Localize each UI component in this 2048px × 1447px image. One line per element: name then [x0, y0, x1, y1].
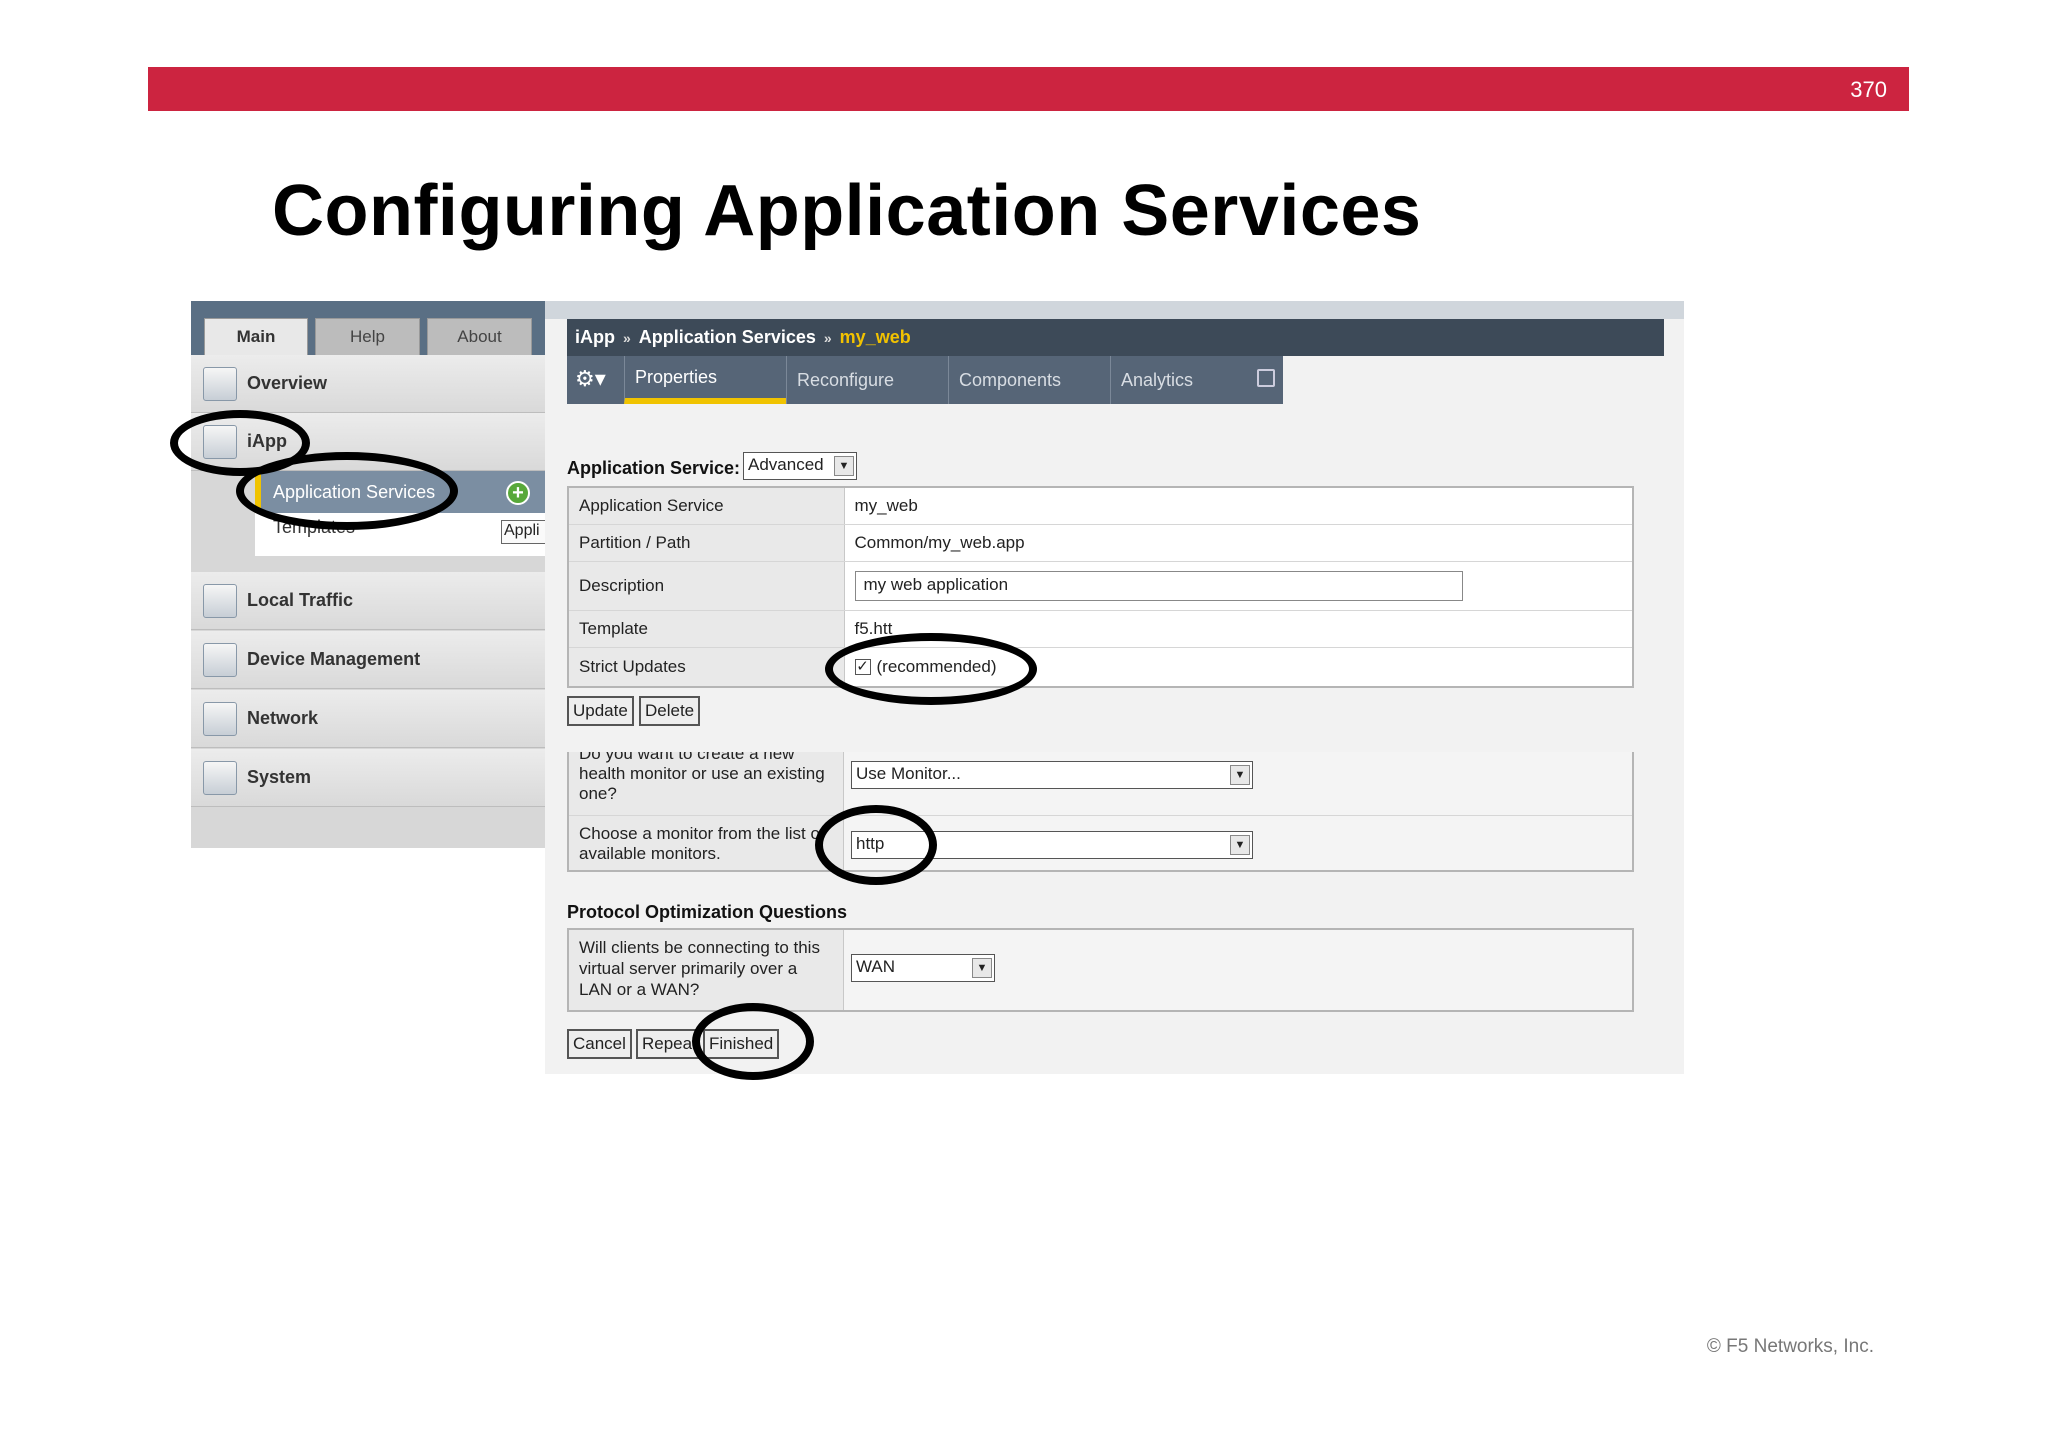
select-value: WAN — [856, 957, 896, 976]
breadcrumb-separator: » — [623, 329, 631, 346]
nav-tab-strip: Main Help About — [191, 301, 546, 355]
local-traffic-icon — [203, 583, 237, 618]
tab-reconfigure[interactable]: Reconfigure — [786, 356, 948, 404]
repeat-button[interactable]: Repeat — [636, 1029, 700, 1059]
gear-icon[interactable]: ⚙▾ — [575, 366, 606, 392]
description-cell: my web application — [844, 561, 1633, 611]
cancel-button[interactable]: Cancel — [567, 1029, 632, 1059]
description-input[interactable]: my web application — [854, 570, 1463, 601]
nav-item-local-traffic[interactable]: Local Traffic — [191, 572, 546, 630]
add-icon[interactable]: + — [506, 481, 530, 505]
tab-help[interactable]: Help — [315, 318, 420, 355]
panel-top-strip — [545, 301, 1684, 319]
row-value: my_web — [844, 487, 1633, 525]
row-label: Strict Updates — [568, 647, 845, 688]
delete-button[interactable]: Delete — [639, 696, 701, 726]
overview-icon — [203, 366, 237, 401]
network-icon — [203, 701, 237, 736]
highlight-ring-finished — [692, 1003, 814, 1080]
breadcrumb-root[interactable]: iApp — [575, 327, 615, 348]
monitor-questions: Do you want to create a new health monit… — [567, 752, 1634, 872]
chevron-down-icon: ▼ — [1230, 835, 1250, 855]
table-row: Application Service my_web — [568, 487, 1633, 525]
application-service-mode-select[interactable]: Advanced ▼ — [743, 452, 857, 480]
breadcrumb-current: my_web — [839, 327, 911, 347]
breadcrumb: iApp » Application Services » my_web — [567, 319, 1664, 356]
monitor-choice-select[interactable]: Use Monitor... ▼ — [851, 761, 1253, 789]
nav-item-network[interactable]: Network — [191, 690, 546, 748]
protocol-section-title: Protocol Optimization Questions — [567, 902, 848, 922]
external-link-icon[interactable] — [1257, 369, 1275, 387]
highlight-ring-application-services — [236, 452, 458, 530]
slide-number: 370 — [1850, 77, 1887, 102]
left-navigation: Main Help About Overview iApp Applicatio… — [191, 301, 546, 848]
highlight-ring-monitor — [815, 805, 937, 885]
slide-title: Configuring Application Services — [272, 171, 1422, 251]
highlight-ring-strict-updates — [825, 633, 1037, 705]
system-icon — [203, 760, 237, 795]
slide-footer: © F5 Networks, Inc. — [1706, 1336, 1874, 1357]
object-toolbar: ⚙▾ Properties Reconfigure Components Ana… — [567, 356, 1283, 404]
tab-properties[interactable]: Properties — [624, 356, 786, 404]
select-value: Use Monitor... — [856, 764, 961, 783]
protocol-questions: Will clients be connecting to this virtu… — [567, 928, 1634, 1012]
table-row: Description my web application — [568, 561, 1633, 611]
table-row: Partition / Path Common/my_web.app — [568, 524, 1633, 562]
nav-item-system[interactable]: System — [191, 749, 546, 807]
submenu-appli-button[interactable]: Appli — [501, 520, 546, 544]
row-label: Partition / Path — [568, 524, 845, 562]
properties-table: Application Service my_web Partition / P… — [567, 486, 1634, 688]
update-button[interactable]: Update — [567, 696, 634, 726]
breadcrumb-separator: » — [823, 329, 832, 346]
application-service-label: Application Service: — [567, 458, 741, 478]
table-row: Strict Updates ✓ (recommended) — [568, 647, 1633, 688]
tab-main[interactable]: Main — [204, 318, 308, 355]
row-label: Description — [568, 561, 845, 611]
chevron-down-icon: ▼ — [1230, 765, 1250, 785]
chevron-down-icon: ▼ — [834, 456, 854, 476]
lan-wan-select[interactable]: WAN ▼ — [851, 954, 995, 982]
nav-item-label: Device Management — [247, 649, 421, 669]
nav-item-label: Local Traffic — [247, 590, 354, 610]
select-value: Advanced — [748, 455, 824, 474]
slide-header-bar: 370 — [148, 67, 1909, 111]
nav-item-label: System — [247, 767, 312, 787]
monitor-question-1: Do you want to create a new health monit… — [569, 752, 844, 815]
chevron-down-icon: ▼ — [972, 958, 992, 978]
nav-item-label: Network — [247, 708, 319, 728]
row-value: Common/my_web.app — [844, 524, 1633, 562]
row-label: Application Service — [568, 487, 845, 525]
monitor-question-2: Choose a monitor from the list of availa… — [569, 816, 844, 870]
nav-item-label: Overview — [247, 373, 328, 393]
row-label: Template — [568, 610, 845, 648]
tab-components[interactable]: Components — [948, 356, 1110, 404]
main-panel: iApp » Application Services » my_web ⚙▾ … — [545, 301, 1684, 1074]
tab-about[interactable]: About — [427, 318, 532, 355]
breadcrumb-section[interactable]: Application Services — [639, 327, 816, 348]
table-row: Template f5.htt — [568, 610, 1633, 648]
nav-item-device-management[interactable]: Device Management — [191, 631, 546, 689]
nav-item-overview[interactable]: Overview — [191, 355, 546, 413]
device-management-icon — [203, 642, 237, 677]
protocol-question: Will clients be connecting to this virtu… — [569, 930, 844, 1010]
